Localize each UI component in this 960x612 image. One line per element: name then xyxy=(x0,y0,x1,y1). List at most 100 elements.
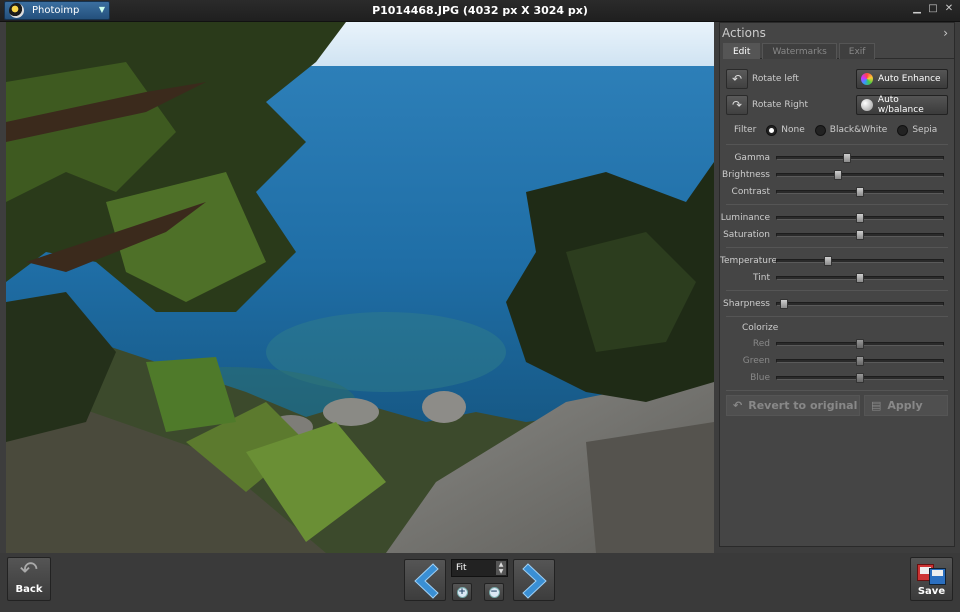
saturation-row: Saturation xyxy=(720,226,954,243)
title-bar: Photoimp ▼ P1014468.JPG (4032 px X 3024 … xyxy=(0,0,960,22)
red-slider[interactable] xyxy=(776,338,944,349)
saturation-slider-knob[interactable] xyxy=(856,229,864,240)
chevron-right-icon[interactable]: › xyxy=(943,26,948,40)
zoom-select[interactable]: Fit ▲ ▼ xyxy=(451,559,508,577)
previous-button[interactable] xyxy=(404,559,446,601)
green-label: Green xyxy=(742,355,770,366)
back-label: Back xyxy=(15,584,43,595)
window-title: P1014468.JPG (4032 px X 3024 px) xyxy=(372,4,588,17)
gamma-slider-knob[interactable] xyxy=(842,152,851,163)
tint-slider-knob[interactable] xyxy=(856,272,864,283)
blue-slider-knob[interactable] xyxy=(856,372,864,383)
spinner-icon[interactable]: ▲ ▼ xyxy=(496,561,506,575)
apply-icon: ▤ xyxy=(871,399,882,412)
back-button[interactable]: ↶ Back xyxy=(7,557,51,601)
contrast-slider-knob[interactable] xyxy=(856,186,864,197)
brightness-slider[interactable] xyxy=(776,169,944,180)
filter-none-radio[interactable] xyxy=(766,124,778,136)
red-slider-knob[interactable] xyxy=(856,338,864,349)
rotate-left-button[interactable]: ↶ Rotate left xyxy=(726,69,799,89)
contrast-label: Contrast xyxy=(731,186,770,197)
divider xyxy=(726,144,948,145)
red-label: Red xyxy=(752,338,770,349)
rotate-right-icon: ↷ xyxy=(726,95,748,115)
brightness-slider-knob[interactable] xyxy=(834,169,843,180)
temperature-label: Temperature xyxy=(720,255,778,266)
filter-bw-label: Black&White xyxy=(829,125,888,135)
auto-enhance-button[interactable]: Auto Enhance xyxy=(856,69,948,89)
sharpness-slider[interactable] xyxy=(776,298,944,309)
auto-wbalance-label: Auto w/balance xyxy=(877,95,924,115)
filter-sepia-label: Sepia xyxy=(912,125,938,135)
red-row: Red xyxy=(720,335,954,352)
colorize-label: Colorize xyxy=(742,323,779,333)
sharpness-label: Sharpness xyxy=(723,298,770,309)
filter-sepia-radio[interactable] xyxy=(897,124,909,136)
save-icon xyxy=(916,562,947,586)
divider xyxy=(726,247,948,248)
divider xyxy=(726,290,948,291)
gamma-row: Gamma xyxy=(720,149,954,166)
temperature-slider[interactable] xyxy=(776,255,944,266)
close-icon[interactable]: ✕ xyxy=(944,3,954,15)
auto-wbalance-button[interactable]: Auto w/balance xyxy=(856,95,948,115)
tab-exif[interactable]: Exif xyxy=(838,43,876,59)
green-slider[interactable] xyxy=(776,355,944,366)
actions-panel: Actions › Edit Watermarks Exif ↶ Rotate … xyxy=(719,22,955,547)
divider xyxy=(726,316,948,317)
green-slider-knob[interactable] xyxy=(856,355,864,366)
minimize-icon[interactable]: ▁ xyxy=(912,3,922,15)
zoom-out-icon: − xyxy=(488,586,500,598)
temperature-slider-knob[interactable] xyxy=(824,255,833,266)
saturation-label: Saturation xyxy=(723,229,770,240)
tint-label: Tint xyxy=(753,272,770,283)
tab-bar: Edit Watermarks Exif xyxy=(723,43,954,59)
luminance-slider-knob[interactable] xyxy=(856,212,864,223)
brightness-label: Brightness xyxy=(722,169,770,180)
bottom-toolbar: ↶ Back Fit ▲ ▼ + − Save xyxy=(0,553,960,612)
zoom-in-button[interactable]: + xyxy=(452,583,472,601)
photo-view[interactable] xyxy=(6,22,714,553)
temperature-row: Temperature xyxy=(720,252,954,269)
apply-label: Apply xyxy=(887,399,923,412)
saturation-slider[interactable] xyxy=(776,229,944,240)
tab-watermarks[interactable]: Watermarks xyxy=(762,43,837,59)
filter-none-label: None xyxy=(781,125,805,135)
filter-group: Filter None Black&White Sepia xyxy=(720,120,954,140)
contrast-slider[interactable] xyxy=(776,186,944,197)
gamma-slider[interactable] xyxy=(776,152,944,163)
rotate-right-label: Rotate Right xyxy=(752,100,809,110)
tint-slider[interactable] xyxy=(776,272,944,283)
actions-header: Actions xyxy=(722,26,766,40)
luminance-row: Luminance xyxy=(720,209,954,226)
luminance-slider[interactable] xyxy=(776,212,944,223)
rotate-left-label: Rotate left xyxy=(752,74,799,84)
tab-edit[interactable]: Edit xyxy=(723,43,761,59)
maximize-icon[interactable]: □ xyxy=(928,3,938,15)
blue-label: Blue xyxy=(750,372,770,383)
next-button[interactable] xyxy=(513,559,555,601)
save-label: Save xyxy=(917,586,946,597)
brightness-row: Brightness xyxy=(720,166,954,183)
color-wheel-icon xyxy=(861,73,873,85)
tint-row: Tint xyxy=(720,269,954,286)
blue-slider[interactable] xyxy=(776,372,944,383)
chevron-left-icon xyxy=(414,563,439,599)
blue-row: Blue xyxy=(720,369,954,386)
save-button[interactable]: Save xyxy=(910,557,953,601)
rotate-right-button[interactable]: ↷ Rotate Right xyxy=(726,95,808,115)
divider xyxy=(726,204,948,205)
zoom-out-button[interactable]: − xyxy=(484,583,504,601)
divider xyxy=(726,390,948,391)
filter-bw-radio[interactable] xyxy=(814,124,826,136)
sharpness-row: Sharpness xyxy=(720,295,954,312)
auto-enhance-label: Auto Enhance xyxy=(878,74,941,84)
back-arrow-icon: ↶ xyxy=(19,558,39,583)
green-row: Green xyxy=(720,352,954,369)
apply-button[interactable]: ▤ Apply xyxy=(864,395,948,416)
contrast-row: Contrast xyxy=(720,183,954,200)
luminance-label: Luminance xyxy=(720,212,770,223)
revert-button[interactable]: ↶ Revert to original xyxy=(726,395,860,416)
sharpness-slider-knob[interactable] xyxy=(779,298,788,309)
zoom-in-icon: + xyxy=(456,586,468,598)
